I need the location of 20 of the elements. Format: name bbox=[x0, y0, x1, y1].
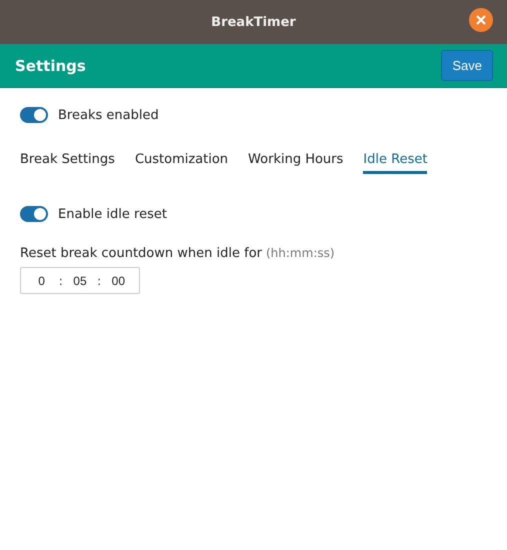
time-input[interactable]: 00 bbox=[106, 274, 130, 288]
time-separator: : bbox=[97, 274, 102, 288]
toggle-label: Enable idle reset bbox=[58, 206, 167, 222]
toggle-switch[interactable] bbox=[20, 107, 48, 123]
tab[interactable]: Idle Reset bbox=[363, 152, 428, 174]
save-button[interactable]: Save bbox=[441, 50, 493, 81]
page-title: Settings bbox=[15, 56, 86, 74]
tab[interactable]: Working Hours bbox=[248, 152, 344, 174]
tab[interactable]: Customization bbox=[134, 152, 228, 174]
time-input[interactable]: 05 bbox=[68, 274, 92, 288]
window-title: BreakTimer bbox=[211, 14, 296, 30]
format-hint: (hh:mm:ss) bbox=[266, 246, 335, 260]
close-button[interactable] bbox=[469, 8, 493, 32]
field-label: Reset break countdown when idle for bbox=[20, 246, 262, 261]
toggle-switch[interactable] bbox=[20, 206, 48, 222]
toggle-label: Breaks enabled bbox=[58, 108, 159, 122]
time-separator: : bbox=[58, 274, 63, 288]
time-input[interactable]: 0 bbox=[30, 274, 54, 288]
tab[interactable]: Break Settings bbox=[20, 152, 115, 174]
close-icon bbox=[476, 15, 486, 25]
